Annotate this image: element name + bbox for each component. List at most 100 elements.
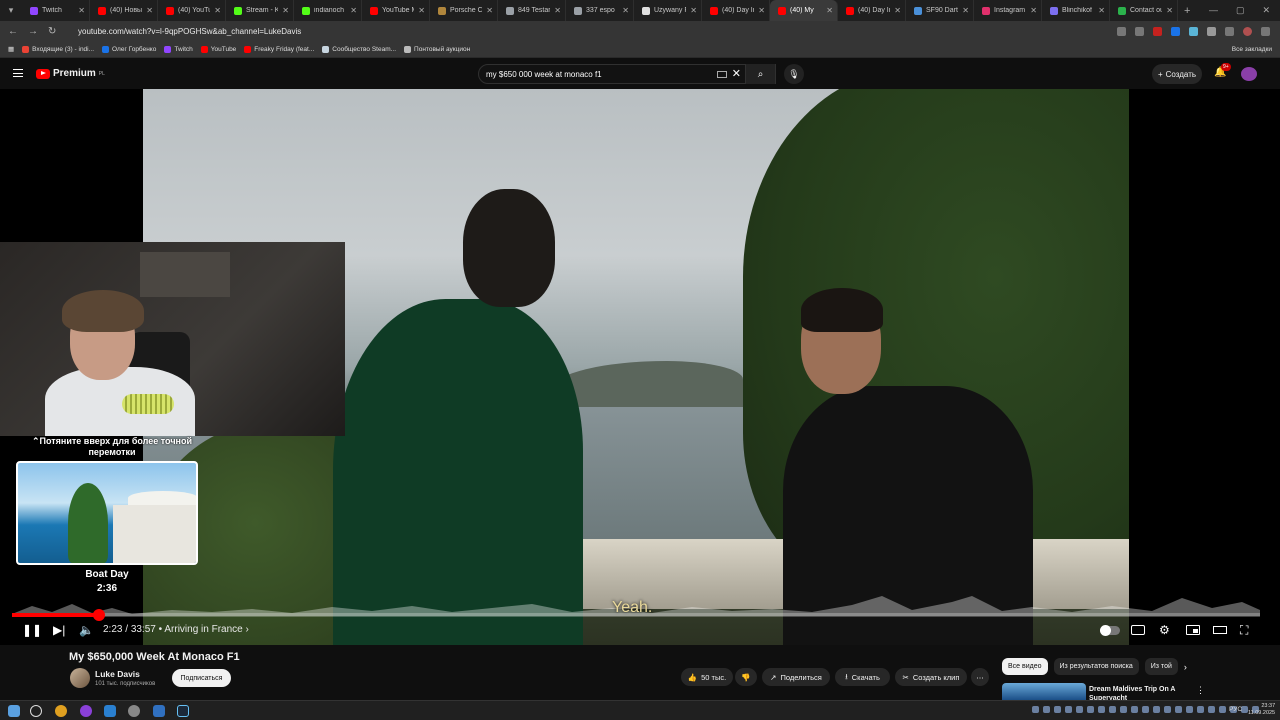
filter-chip[interactable]: Все видео: [1002, 658, 1048, 675]
extension-icon[interactable]: [1171, 26, 1180, 36]
windows-start-icon[interactable]: [8, 705, 20, 717]
tray-icon[interactable]: [1175, 706, 1182, 713]
browser-tab[interactable]: SF90 Darth ✕: [906, 0, 974, 21]
next-icon[interactable]: ▶|: [53, 622, 65, 638]
miniplayer-icon[interactable]: [1186, 622, 1200, 638]
app-icon[interactable]: [153, 705, 165, 717]
close-window-icon[interactable]: ✕: [1262, 5, 1270, 16]
theater-mode-icon[interactable]: [1213, 622, 1227, 638]
tab-close-icon[interactable]: ✕: [214, 6, 221, 15]
browser-tab[interactable]: Używany Fe ✕: [634, 0, 702, 21]
channel-avatar[interactable]: [70, 668, 90, 688]
browser-tab[interactable]: 337 espo ✕: [566, 0, 634, 21]
bookmark-item[interactable]: Понтовый аукцион: [404, 45, 470, 53]
tray-icon[interactable]: [1131, 706, 1138, 713]
reload-icon[interactable]: ↻: [48, 26, 56, 37]
profile-icon[interactable]: [1243, 26, 1252, 36]
tab-close-icon[interactable]: ✕: [282, 6, 289, 15]
new-tab-icon[interactable]: +: [1184, 5, 1190, 17]
video-player[interactable]: ⌃Потяните вверх для более точной перемот…: [0, 89, 1280, 645]
maximize-icon[interactable]: ▢: [1236, 5, 1245, 16]
steam-icon[interactable]: [177, 705, 189, 717]
youtube-logo[interactable]: Premium PL: [36, 68, 105, 79]
cast-icon[interactable]: [1117, 26, 1126, 36]
tab-close-icon[interactable]: ✕: [894, 6, 901, 15]
browser-tab[interactable]: 849 Testaro ✕: [498, 0, 566, 21]
extension-icon[interactable]: [1207, 26, 1216, 36]
chrome-icon[interactable]: [55, 705, 67, 717]
input-language[interactable]: РУС: [1229, 706, 1242, 713]
subscribe-button[interactable]: Подписаться: [172, 669, 231, 687]
download-button[interactable]: ⭳ Скачать: [835, 668, 890, 686]
volume-icon[interactable]: 🔈: [79, 622, 94, 638]
browser-tab[interactable]: (40) Day In ✕: [702, 0, 770, 21]
tray-icon[interactable]: [1098, 706, 1105, 713]
tab-close-icon[interactable]: ✕: [1098, 6, 1105, 15]
menu-kebab-icon[interactable]: [1261, 26, 1270, 36]
browser-tab[interactable]: (40) YouTub ✕: [158, 0, 226, 21]
browser-tab[interactable]: (40) Новый✕: [90, 0, 158, 21]
keyboard-icon[interactable]: [717, 71, 727, 78]
like-button[interactable]: 👍 50 тыс.: [681, 668, 733, 686]
tab-close-icon[interactable]: ✕: [826, 6, 833, 15]
dislike-button[interactable]: 👎: [735, 668, 757, 686]
tab-close-icon[interactable]: ✕: [486, 6, 493, 15]
tray-icon[interactable]: [1065, 706, 1072, 713]
tab-close-icon[interactable]: ✕: [1166, 6, 1173, 15]
create-button[interactable]: + Создать: [1152, 64, 1202, 84]
browser-tab[interactable]: Blinchikof ✕: [1042, 0, 1110, 21]
back-icon[interactable]: ←: [8, 26, 18, 37]
bookmark-item[interactable]: Freaky Friday (feat...: [244, 45, 314, 53]
more-actions-button[interactable]: ⋯: [971, 668, 989, 686]
tab-close-icon[interactable]: ✕: [418, 6, 425, 15]
tray-icon[interactable]: [1241, 706, 1248, 713]
clip-button[interactable]: ✂ Создать клип: [895, 668, 967, 686]
chips-next-icon[interactable]: ›: [1184, 658, 1187, 675]
tray-icon[interactable]: [1076, 706, 1083, 713]
tab-close-icon[interactable]: ✕: [962, 6, 969, 15]
app-icon[interactable]: [128, 705, 140, 717]
chevron-right-icon[interactable]: ›: [246, 624, 249, 635]
search-box[interactable]: my $650 000 week at monaco f1 ✕ ⌕: [478, 64, 776, 84]
tray-icon[interactable]: [1032, 706, 1039, 713]
fullscreen-icon[interactable]: ⛶: [1240, 622, 1248, 638]
pause-icon[interactable]: ❚❚: [22, 622, 42, 638]
search-icon[interactable]: ⌕: [745, 64, 775, 84]
taskbar-search-icon[interactable]: [30, 705, 42, 717]
tab-close-icon[interactable]: ✕: [1030, 6, 1037, 15]
progress-bar[interactable]: [12, 609, 1260, 621]
hamburger-menu-icon[interactable]: [13, 69, 23, 77]
extensions-puzzle-icon[interactable]: [1225, 26, 1234, 36]
bookmark-item[interactable]: Олег Горбенко: [102, 45, 156, 53]
app-icon[interactable]: [104, 705, 116, 717]
tray-icon[interactable]: [1219, 706, 1226, 713]
tray-icon[interactable]: [1043, 706, 1050, 713]
tray-icon[interactable]: [1120, 706, 1127, 713]
tray-icon[interactable]: [1164, 706, 1171, 713]
tab-close-icon[interactable]: ✕: [758, 6, 765, 15]
app-icon[interactable]: [80, 705, 92, 717]
tray-icon[interactable]: [1208, 706, 1215, 713]
tray-icon[interactable]: [1054, 706, 1061, 713]
captions-icon[interactable]: [1131, 622, 1145, 638]
account-avatar[interactable]: [1241, 67, 1257, 81]
tray-icon[interactable]: [1142, 706, 1149, 713]
apps-grid-icon[interactable]: ▦: [8, 45, 14, 53]
extension-icon[interactable]: [1189, 26, 1198, 36]
tab-close-icon[interactable]: ✕: [350, 6, 357, 15]
filter-chip[interactable]: Из результатов поиска: [1053, 658, 1139, 675]
extension-icon[interactable]: [1153, 26, 1162, 36]
bookmark-item[interactable]: Twitch: [164, 45, 193, 53]
search-input[interactable]: my $650 000 week at monaco f1: [486, 70, 602, 79]
bookmark-item[interactable]: Входящие (3) - indi...: [22, 45, 94, 53]
autoplay-toggle[interactable]: [1100, 622, 1120, 638]
minimize-icon[interactable]: —: [1209, 5, 1218, 16]
recommended-title[interactable]: Dream Maldives Trip On A Superyacht: [1089, 685, 1189, 700]
browser-tab[interactable]: Stream - Ki ✕: [226, 0, 294, 21]
filter-chip[interactable]: Из той: [1144, 658, 1178, 675]
settings-gear-icon[interactable]: ⚙: [1159, 622, 1170, 638]
browser-tab[interactable]: (40) My ✕: [770, 0, 838, 21]
bookmark-item[interactable]: YouTube: [200, 45, 236, 53]
channel-name[interactable]: Luke Davis: [95, 669, 140, 679]
recommended-thumbnail[interactable]: [1002, 683, 1086, 700]
